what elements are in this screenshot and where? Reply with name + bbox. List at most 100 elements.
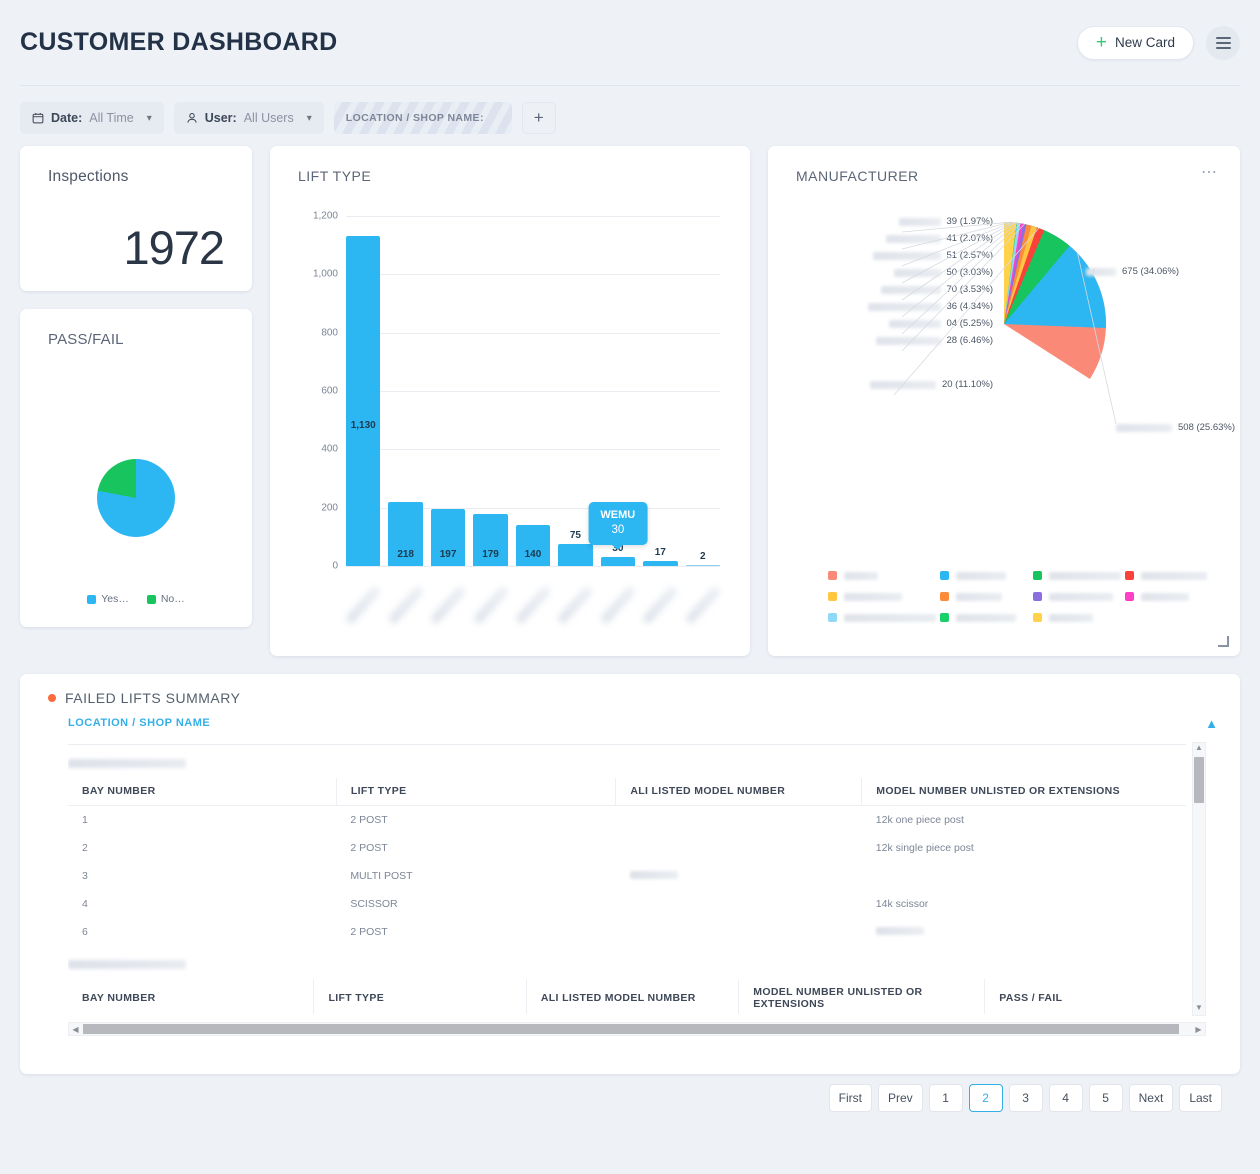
date-filter-chip[interactable]: Date: All Time ▾ [20, 102, 164, 134]
y-axis-tick: 200 [321, 502, 338, 514]
location-filter-chip[interactable]: LOCATION / SHOP NAME: [333, 102, 512, 134]
table-row[interactable]: 4 SCISSOR 14k scissor [68, 890, 1186, 918]
pie-label: 508 (25.63%) [1116, 422, 1235, 433]
grid-line [346, 566, 720, 567]
table-column-header[interactable]: ALI LISTED MODEL NUMBER [525, 979, 739, 1014]
bar-item[interactable]: 1,130 [346, 216, 381, 566]
new-card-label: New Card [1114, 35, 1175, 50]
manufacturer-legend-item[interactable] [940, 613, 1029, 622]
table-column-header[interactable]: MODEL NUMBER UNLISTED OR EXTENSIONS [738, 979, 985, 1014]
pagination-1-button[interactable]: 1 [928, 1084, 963, 1112]
bar-item[interactable]: 218 [388, 216, 423, 566]
bar[interactable]: 1,130 [346, 236, 381, 566]
bar[interactable] [685, 564, 720, 566]
x-axis-label [643, 578, 677, 658]
add-filter-button[interactable]: + [521, 102, 556, 134]
scroll-up-arrow[interactable]: ▲ [1193, 743, 1205, 755]
table-column-header[interactable]: ALI LISTED MODEL NUMBER [615, 778, 862, 806]
pagination-3-button[interactable]: 3 [1008, 1084, 1043, 1112]
manufacturer-legend-item[interactable] [1125, 571, 1214, 580]
resize-handle[interactable] [1218, 636, 1229, 647]
bar[interactable] [643, 561, 678, 566]
pass-fail-legend-item[interactable]: No… [146, 593, 185, 605]
chevron-down-icon: ▾ [146, 112, 152, 124]
manufacturer-legend [828, 571, 1214, 622]
horizontal-scrollbar[interactable]: ◀ ▶ [68, 1022, 1206, 1036]
bar-item[interactable]: 2 [685, 216, 720, 566]
bar-item[interactable]: 30WEMU 30 [588, 216, 648, 566]
pie-label: 50 (3.03%) [798, 267, 993, 278]
scroll-left-arrow[interactable]: ◀ [69, 1023, 82, 1035]
top-bar: CUSTOMER DASHBOARD + New Card [0, 0, 1260, 85]
manufacturer-legend-item[interactable] [828, 571, 936, 580]
filter-bar: Date: All Time ▾ User: All Users ▾ LOCAT… [0, 86, 1260, 146]
manufacturer-legend-item[interactable] [828, 592, 936, 601]
pie-label-value: 70 (3.53%) [946, 284, 993, 295]
manufacturer-legend-item[interactable] [1032, 571, 1122, 580]
hamburger-menu-icon[interactable] [1206, 25, 1240, 60]
legend-swatch [828, 613, 837, 622]
bar-item[interactable]: 140 [515, 216, 551, 566]
pass-fail-legend-item[interactable]: Yes… [87, 593, 129, 605]
table-row[interactable]: 2 2 POST 12k single piece post [68, 834, 1186, 862]
manufacturer-legend-item[interactable] [1125, 592, 1214, 601]
pagination-4-button[interactable]: 4 [1048, 1084, 1083, 1112]
pagination-last-button[interactable]: Last [1179, 1084, 1222, 1112]
table-column-header[interactable]: LIFT TYPE [335, 778, 616, 806]
legend-label [956, 613, 1016, 622]
legend-swatch [1125, 571, 1135, 580]
pie-label-value: 28 (6.46%) [946, 335, 993, 346]
table-column-header[interactable]: BAY NUMBER [68, 778, 337, 806]
bar-item[interactable]: 197 [430, 216, 466, 566]
table-column-header[interactable]: PASS / FAIL [984, 979, 1186, 1014]
manufacturer-legend-item[interactable] [1032, 592, 1122, 601]
bar-value-label: 2 [699, 550, 706, 562]
pagination-first-button[interactable]: First [828, 1084, 872, 1112]
table-row[interactable]: 6 2 POST [68, 918, 1186, 946]
bar[interactable] [558, 544, 593, 566]
pie-label: 70 (3.53%) [798, 284, 993, 295]
table-row[interactable]: 3 MULTI POST [68, 862, 1186, 890]
bar[interactable]: 197 [430, 508, 466, 566]
pie-label-name [885, 234, 941, 243]
bar-item[interactable]: 179 [473, 216, 508, 566]
bar[interactable] [600, 557, 636, 566]
vertical-scroll-thumb[interactable] [1194, 757, 1204, 803]
legend-swatch [1032, 613, 1042, 622]
vertical-scrollbar[interactable]: ▲ ▼ [1192, 742, 1206, 1016]
lift-type-chart: 0 200 400 600 800 1,000 1,200 1,130 218 197 179 140… [298, 204, 730, 634]
failed-lifts-card: FAILED LIFTS SUMMARY LOCATION / SHOP NAM… [20, 674, 1240, 1112]
chevron-up-icon[interactable]: ▲ [1205, 716, 1218, 731]
pagination-prev-button[interactable]: Prev [877, 1084, 923, 1112]
table-column-header[interactable]: LIFT TYPE [313, 979, 527, 1014]
new-card-button[interactable]: + New Card [1076, 25, 1194, 60]
manufacturer-legend-item[interactable] [1032, 613, 1122, 622]
table-cell: 3 [82, 870, 88, 882]
table-row[interactable]: 1 2 POST 12k one piece post [68, 806, 1186, 835]
bar[interactable]: 179 [473, 513, 508, 566]
bar-item[interactable]: 17 [643, 216, 678, 566]
pass-fail-card: PASS/FAIL Yes… No… [20, 309, 252, 627]
legend-swatch [146, 594, 156, 604]
bar[interactable]: 218 [388, 502, 423, 566]
pass-fail-pie-chart [97, 459, 175, 537]
bar[interactable]: 140 [515, 525, 551, 566]
manufacturer-pie-chart: 39 (1.97%) 41 (2.07%) 51 (2.57%) 50 (3.03%)… [768, 204, 1240, 534]
horizontal-scroll-thumb[interactable] [83, 1024, 1179, 1034]
scroll-right-arrow[interactable]: ▶ [1192, 1023, 1205, 1035]
pass-fail-title: PASS/FAIL [48, 331, 124, 348]
table-column-header[interactable]: MODEL NUMBER UNLISTED OR EXTENSIONS [861, 778, 1186, 806]
manufacturer-legend-item[interactable] [828, 613, 936, 622]
scroll-down-arrow[interactable]: ▼ [1193, 1003, 1205, 1015]
table-cell [616, 834, 862, 862]
user-filter-chip[interactable]: User: All Users ▾ [173, 102, 324, 134]
manufacturer-legend-item[interactable] [940, 592, 1029, 601]
table-column-header[interactable]: BAY NUMBER [68, 979, 314, 1014]
pagination-5-button[interactable]: 5 [1088, 1084, 1123, 1112]
failed-lifts-tables: BAY NUMBER LIFT TYPE ALI LISTED MODEL NUMB… [68, 744, 1186, 1014]
manufacturer-legend-item[interactable] [940, 571, 1029, 580]
more-options-icon[interactable]: ⋯ [1201, 165, 1218, 180]
pagination-2-button[interactable]: 2 [968, 1084, 1003, 1112]
pagination-next-button[interactable]: Next [1128, 1084, 1174, 1112]
pie-label: 41 (2.07%) [798, 233, 993, 244]
